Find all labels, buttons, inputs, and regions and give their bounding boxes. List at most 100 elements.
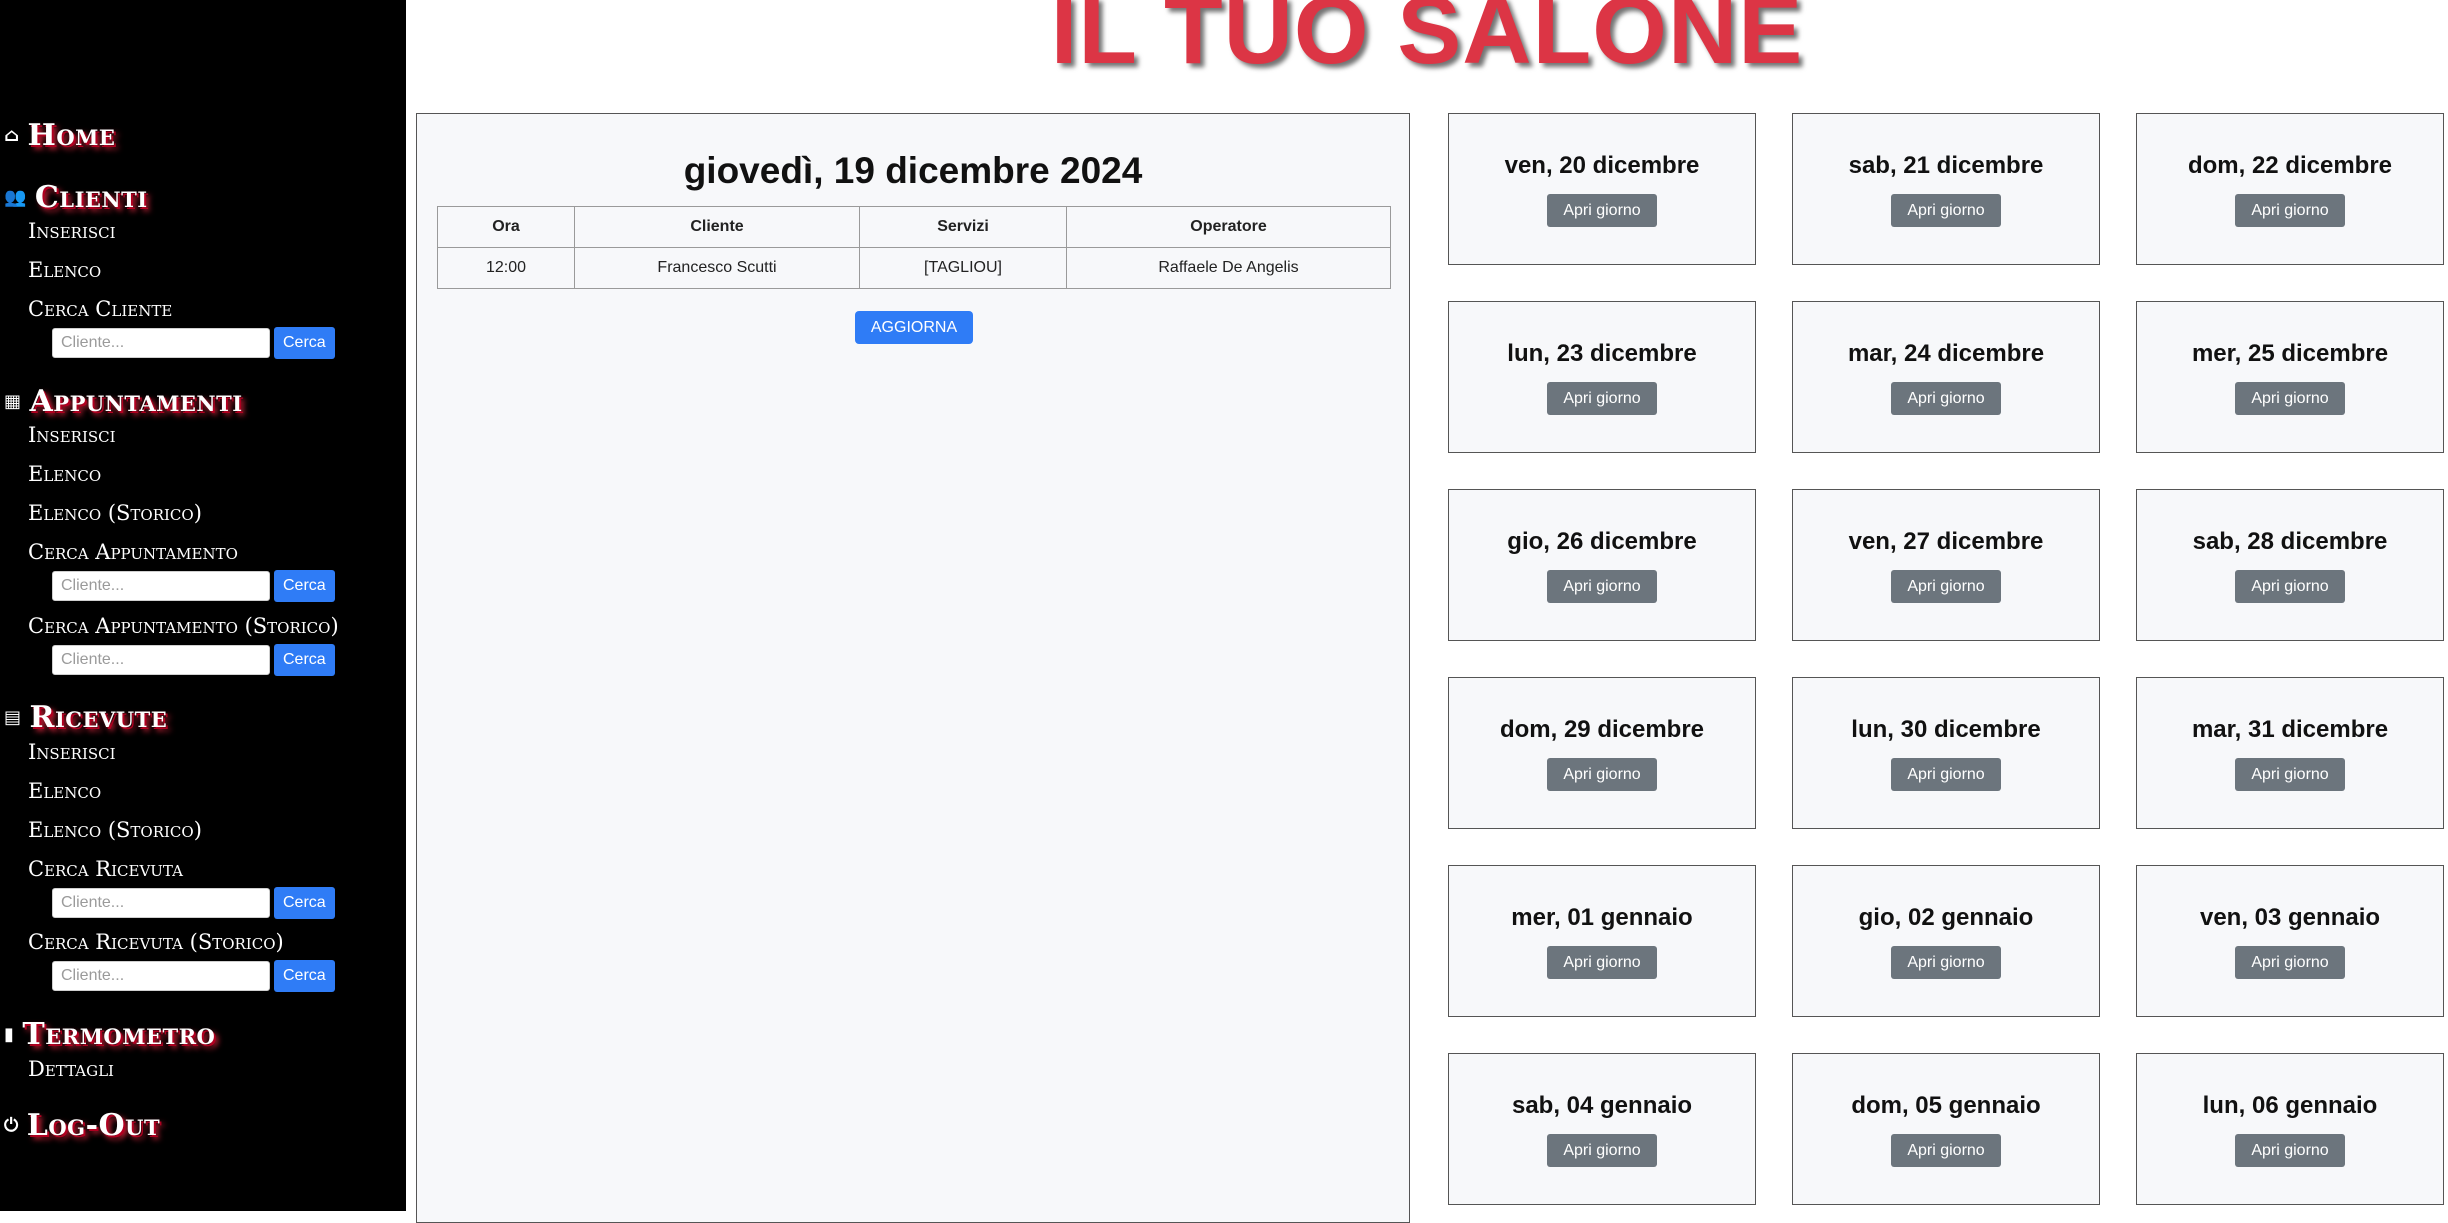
- nav-logout-label: Log-Out: [26, 1108, 161, 1143]
- open-day-button[interactable]: Apri giorno: [1891, 946, 2001, 979]
- day-card: lun, 23 dicembre Apri giorno: [1448, 301, 1756, 453]
- open-day-button[interactable]: Apri giorno: [1891, 758, 2001, 791]
- current-day-panel: giovedì, 19 dicembre 2024 Ora Cliente Se…: [416, 113, 1410, 1223]
- column-header-cliente: Cliente: [574, 206, 860, 248]
- open-day-button[interactable]: Apri giorno: [1547, 194, 1657, 227]
- day-card: lun, 30 dicembre Apri giorno: [1792, 677, 2100, 829]
- clienti-elenco[interactable]: Elenco: [28, 258, 101, 282]
- cell-servizi: [TAGLIOU]: [859, 247, 1067, 289]
- table-row[interactable]: 12:00 Francesco Scutti [TAGLIOU] Raffael…: [437, 247, 1391, 289]
- appuntamenti-search-button[interactable]: Cerca: [274, 570, 335, 602]
- appuntamenti-search-row: Cerca: [52, 570, 335, 602]
- day-card-label: dom, 05 gennaio: [1851, 1092, 2041, 1119]
- home-icon: ⌂: [4, 125, 20, 146]
- open-day-button[interactable]: Apri giorno: [1891, 1134, 2001, 1167]
- termometro-dettagli[interactable]: Dettagli: [28, 1057, 114, 1081]
- open-day-button[interactable]: Apri giorno: [2235, 1134, 2345, 1167]
- open-day-button[interactable]: Apri giorno: [1547, 946, 1657, 979]
- day-card: sab, 28 dicembre Apri giorno: [2136, 489, 2444, 641]
- day-card-label: mar, 24 dicembre: [1847, 340, 2045, 367]
- day-card: mar, 24 dicembre Apri giorno: [1792, 301, 2100, 453]
- ricevute-storico-search-button[interactable]: Cerca: [274, 960, 335, 992]
- day-card: gio, 26 dicembre Apri giorno: [1448, 489, 1756, 641]
- ricevute-search-row: Cerca: [52, 887, 335, 919]
- cell-cliente: Francesco Scutti: [574, 247, 860, 289]
- day-card-label: sab, 04 gennaio: [1511, 1092, 1693, 1119]
- ricevute-elenco[interactable]: Elenco: [28, 779, 101, 803]
- calendar-icon: ▦: [4, 391, 22, 412]
- appuntamenti-storico-search-row: Cerca: [52, 644, 335, 676]
- ricevute-inserisci[interactable]: Inserisci: [28, 740, 116, 764]
- column-header-ora: Ora: [437, 206, 575, 248]
- nav-logout[interactable]: ⏻ Log-Out: [4, 1108, 160, 1143]
- ricevute-search-button[interactable]: Cerca: [274, 887, 335, 919]
- clienti-cerca-cliente[interactable]: Cerca Cliente: [28, 297, 172, 321]
- cell-ora: 12:00: [437, 247, 575, 289]
- day-card: sab, 04 gennaio Apri giorno: [1448, 1053, 1756, 1205]
- open-day-button[interactable]: Apri giorno: [1547, 570, 1657, 603]
- nav-appuntamenti[interactable]: ▦ Appuntamenti: [4, 384, 243, 419]
- day-card: ven, 03 gennaio Apri giorno: [2136, 865, 2444, 1017]
- appuntamenti-cerca-storico[interactable]: Cerca Appuntamento (Storico): [28, 614, 339, 638]
- sidebar: ⌂ Home 👥 Clienti Inserisci Elenco Cerca …: [0, 0, 406, 1211]
- receipt-icon: ▤: [4, 707, 22, 728]
- ricevute-storico-search-input[interactable]: [52, 961, 270, 991]
- day-card: dom, 29 dicembre Apri giorno: [1448, 677, 1756, 829]
- day-card-label: dom, 29 dicembre: [1499, 716, 1705, 743]
- day-card-label: ven, 27 dicembre: [1848, 528, 2044, 555]
- open-day-button[interactable]: Apri giorno: [1891, 570, 2001, 603]
- ricevute-cerca[interactable]: Cerca Ricevuta: [28, 857, 183, 881]
- open-day-button[interactable]: Apri giorno: [2235, 570, 2345, 603]
- nav-clienti[interactable]: 👥 Clienti: [4, 180, 148, 215]
- appuntamenti-cerca[interactable]: Cerca Appuntamento: [28, 540, 238, 564]
- appuntamenti-storico-search-button[interactable]: Cerca: [274, 644, 335, 676]
- appuntamenti-inserisci[interactable]: Inserisci: [28, 423, 116, 447]
- appuntamenti-search-input[interactable]: [52, 571, 270, 601]
- day-card: ven, 27 dicembre Apri giorno: [1792, 489, 2100, 641]
- app-title: IL TUO SALONE: [1050, 0, 1804, 84]
- day-card-label: sab, 28 dicembre: [2192, 528, 2388, 555]
- day-card: mar, 31 dicembre Apri giorno: [2136, 677, 2444, 829]
- users-icon: 👥: [4, 187, 27, 208]
- clienti-search-row: Cerca: [52, 327, 335, 359]
- appuntamenti-elenco-storico[interactable]: Elenco (Storico): [28, 501, 202, 525]
- day-card-label: sab, 21 dicembre: [1848, 152, 2044, 179]
- nav-ricevute-label: Ricevute: [29, 700, 168, 735]
- day-card-label: mar, 31 dicembre: [2191, 716, 2389, 743]
- day-card-label: lun, 06 gennaio: [2202, 1092, 2378, 1119]
- day-card-label: gio, 02 gennaio: [1858, 904, 2034, 931]
- open-day-button[interactable]: Apri giorno: [1547, 758, 1657, 791]
- nav-ricevute[interactable]: ▤ Ricevute: [4, 700, 167, 735]
- open-day-button[interactable]: Apri giorno: [1547, 1134, 1657, 1167]
- nav-home[interactable]: ⌂ Home: [4, 118, 115, 153]
- table-header-row: Ora Cliente Servizi Operatore: [437, 206, 1391, 248]
- clienti-search-button[interactable]: Cerca: [274, 327, 335, 359]
- day-card: lun, 06 gennaio Apri giorno: [2136, 1053, 2444, 1205]
- appuntamenti-storico-search-input[interactable]: [52, 645, 270, 675]
- ricevute-elenco-storico[interactable]: Elenco (Storico): [28, 818, 202, 842]
- day-card-label: ven, 03 gennaio: [2199, 904, 2381, 931]
- open-day-button[interactable]: Apri giorno: [1547, 382, 1657, 415]
- open-day-button[interactable]: Apri giorno: [2235, 946, 2345, 979]
- nav-home-label: Home: [27, 118, 116, 153]
- day-card: ven, 20 dicembre Apri giorno: [1448, 113, 1756, 265]
- open-day-button[interactable]: Apri giorno: [2235, 382, 2345, 415]
- open-day-button[interactable]: Apri giorno: [2235, 194, 2345, 227]
- clienti-search-input[interactable]: [52, 328, 270, 358]
- ricevute-search-input[interactable]: [52, 888, 270, 918]
- day-card: mer, 25 dicembre Apri giorno: [2136, 301, 2444, 453]
- ricevute-storico-search-row: Cerca: [52, 960, 335, 992]
- appointments-table: Ora Cliente Servizi Operatore 12:00 Fran…: [437, 206, 1391, 289]
- refresh-button[interactable]: AGGIORNA: [855, 311, 973, 344]
- nav-clienti-label: Clienti: [34, 180, 148, 215]
- clienti-inserisci[interactable]: Inserisci: [28, 219, 116, 243]
- nav-termometro[interactable]: ▮ Termometro: [4, 1017, 215, 1052]
- open-day-button[interactable]: Apri giorno: [1891, 194, 2001, 227]
- column-header-operatore: Operatore: [1066, 206, 1391, 248]
- open-day-button[interactable]: Apri giorno: [2235, 758, 2345, 791]
- cell-operatore: Raffaele De Angelis: [1066, 247, 1391, 289]
- appuntamenti-elenco[interactable]: Elenco: [28, 462, 101, 486]
- day-card-label: ven, 20 dicembre: [1504, 152, 1700, 179]
- open-day-button[interactable]: Apri giorno: [1891, 382, 2001, 415]
- ricevute-cerca-storico[interactable]: Cerca Ricevuta (Storico): [28, 930, 284, 954]
